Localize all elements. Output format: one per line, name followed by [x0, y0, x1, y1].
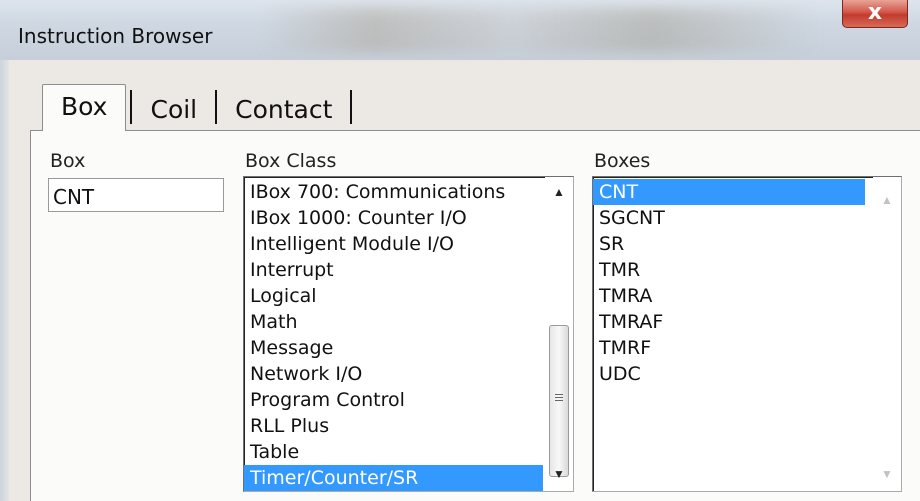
list-item[interactable]: Interrupt: [244, 257, 543, 283]
title-bar-glass: [260, 8, 820, 52]
list-item[interactable]: Program Control: [244, 387, 543, 413]
list-item[interactable]: SGCNT: [593, 205, 865, 231]
list-item[interactable]: CNT: [593, 179, 865, 205]
list-item[interactable]: TMRAF: [593, 309, 865, 335]
scroll-thumb[interactable]: [549, 325, 569, 477]
box-input[interactable]: CNT: [48, 178, 224, 212]
window-frame-left: [0, 60, 9, 501]
list-item[interactable]: UDC: [593, 361, 865, 387]
list-item[interactable]: Network I/O: [244, 361, 543, 387]
list-item[interactable]: IBox 700: Communications: [244, 179, 543, 205]
list-item[interactable]: Intelligent Module I/O: [244, 231, 543, 257]
close-icon: x: [867, 0, 883, 25]
list-item[interactable]: Message: [244, 335, 543, 361]
list-item[interactable]: Table: [244, 439, 543, 465]
box-label: Box: [50, 150, 86, 172]
title-bar[interactable]: Instruction Browser x: [0, 0, 920, 60]
boxes-items: CNT SGCNT SR TMR TMRA TMRAF TMRF UDC: [593, 179, 865, 387]
box-class-scrollbar[interactable]: ▲ ▼: [545, 177, 573, 491]
tab-separator: [215, 90, 218, 124]
list-item[interactable]: TMRF: [593, 335, 865, 361]
tab-box[interactable]: Box: [42, 84, 127, 131]
scroll-down-icon[interactable]: ▼: [873, 463, 901, 485]
grip-line: [555, 397, 563, 398]
grip-line: [555, 400, 563, 401]
boxes-list[interactable]: CNT SGCNT SR TMR TMRA TMRAF TMRF UDC ▲ ▼: [592, 176, 902, 492]
close-button[interactable]: x: [842, 0, 908, 28]
boxes-scrollbar[interactable]: ▲ ▼: [873, 177, 901, 491]
box-class-list[interactable]: IBox 700: Communications IBox 1000: Count…: [243, 176, 574, 492]
list-item[interactable]: Logical: [244, 283, 543, 309]
list-item[interactable]: TMRA: [593, 283, 865, 309]
tab-strip: Box Coil Contact: [42, 84, 356, 131]
list-item[interactable]: Math: [244, 309, 543, 335]
scroll-up-icon[interactable]: ▲: [873, 189, 901, 211]
list-item[interactable]: TMR: [593, 257, 865, 283]
scroll-up-icon[interactable]: ▲: [545, 181, 573, 203]
window-title: Instruction Browser: [18, 24, 213, 48]
list-item[interactable]: RLL Plus: [244, 413, 543, 439]
grip-line: [555, 394, 563, 395]
tab-separator: [130, 90, 133, 124]
tab-contact[interactable]: Contact: [221, 92, 346, 130]
boxes-label: Boxes: [594, 150, 651, 172]
list-item[interactable]: SR: [593, 231, 865, 257]
tab-separator: [350, 90, 353, 124]
list-item[interactable]: IBox 1000: Counter I/O: [244, 205, 543, 231]
scroll-down-icon[interactable]: ▼: [545, 463, 573, 485]
box-class-label: Box Class: [245, 150, 337, 172]
box-class-items: IBox 700: Communications IBox 1000: Count…: [244, 179, 543, 491]
instruction-browser-window: Instruction Browser x Box Coil Contact B…: [0, 0, 920, 501]
list-item[interactable]: Timer/Counter/SR: [244, 465, 543, 491]
tab-coil[interactable]: Coil: [136, 92, 211, 130]
